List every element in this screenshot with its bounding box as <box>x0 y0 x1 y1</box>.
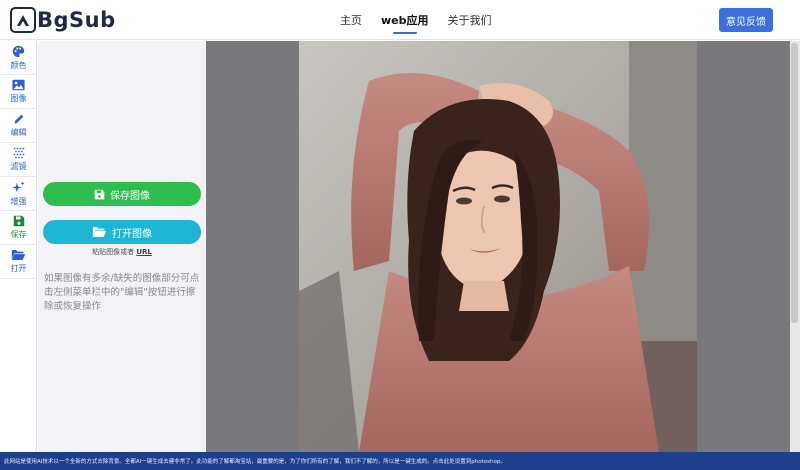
sidebar-item-label: 保存 <box>10 230 27 239</box>
tool-sidebar: 颜色 图像 编辑 滤镜 增强 保存 打开 <box>0 41 37 452</box>
paste-hint: 粘贴图像或者 URL <box>38 247 206 257</box>
folder-open-icon <box>11 250 26 260</box>
sidebar-item-enhance[interactable]: 增强 <box>0 177 37 211</box>
save-image-button[interactable]: 保存图像 <box>43 182 201 206</box>
page-scrollbar[interactable] <box>790 41 800 452</box>
bottom-notice-text: 此网站是使用AI技术以一个全新的方式去除背景。全都AI一键生成去建非常了。此功能… <box>4 459 506 465</box>
floppy-icon <box>94 189 105 199</box>
brand-logo[interactable]: BgSub <box>10 7 116 33</box>
logo-mark-icon <box>10 7 36 33</box>
sidebar-item-edit[interactable]: 编辑 <box>0 109 37 143</box>
feedback-button[interactable]: 意见反馈 <box>719 8 773 32</box>
open-image-label: 打开图像 <box>112 228 152 240</box>
nav-home[interactable]: 主页 <box>340 12 362 28</box>
sidebar-item-label: 编辑 <box>10 128 27 137</box>
top-navbar: BgSub 主页 web应用 关于我们 意见反馈 <box>0 0 800 40</box>
sidebar-item-filter[interactable]: 滤镜 <box>0 143 37 177</box>
paste-hint-text: 粘贴图像或者 <box>92 248 137 256</box>
nav-web-app[interactable]: web应用 <box>381 12 429 34</box>
edit-hint-text: 如果图像有多余/缺失的图像部分可点击左侧菜单栏中的"编辑"按钮进行擦除或恢复操作 <box>44 273 200 312</box>
sparkles-icon <box>12 180 25 192</box>
nav-about[interactable]: 关于我们 <box>448 12 492 28</box>
bottom-notice-bar: 此网站是使用AI技术以一个全新的方式去除背景。全都AI一键生成去建非常了。此功能… <box>0 452 800 470</box>
sidebar-item-label: 图像 <box>10 94 27 103</box>
sidebar-item-open[interactable]: 打开 <box>0 245 37 279</box>
image-canvas[interactable] <box>206 41 800 452</box>
filter-grid-icon <box>13 147 24 159</box>
image-icon <box>12 79 25 91</box>
sidebar-item-save[interactable]: 保存 <box>0 211 37 245</box>
sidebar-item-label: 颜色 <box>10 60 27 70</box>
save-image-label: 保存图像 <box>110 190 150 202</box>
sidebar-item-label: 滤镜 <box>10 162 27 171</box>
folder-open-icon <box>92 227 107 237</box>
control-panel: 保存图像 打开图像 粘贴图像或者 URL 如果图像有多余/缺失的图像部分可点击左… <box>38 41 206 452</box>
palette-icon <box>12 45 25 57</box>
sidebar-item-image[interactable]: 图像 <box>0 75 37 109</box>
sidebar-item-label: 打开 <box>10 264 27 273</box>
floppy-icon <box>13 215 24 227</box>
scrollbar-thumb[interactable] <box>791 43 798 323</box>
main-nav: 主页 web应用 关于我们 <box>340 0 511 40</box>
paste-url-link[interactable]: URL <box>136 248 152 256</box>
pencil-icon <box>14 114 23 124</box>
open-image-button[interactable]: 打开图像 <box>43 220 201 244</box>
portrait-illustration <box>299 41 697 452</box>
sidebar-item-color[interactable]: 颜色 <box>0 41 37 75</box>
portrait-photo <box>299 41 697 452</box>
sidebar-item-label: 增强 <box>10 196 27 206</box>
logo-text: BgSub <box>37 8 116 32</box>
app-page: BgSub 主页 web应用 关于我们 意见反馈 颜色 图像 编辑 滤镜 增强 … <box>0 0 800 470</box>
